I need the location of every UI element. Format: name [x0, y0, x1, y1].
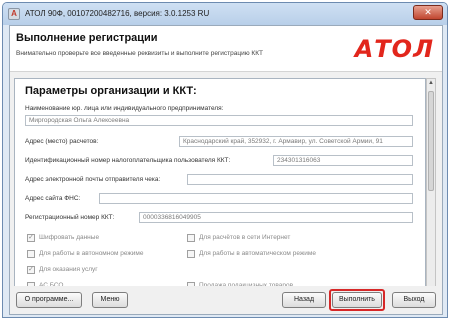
internet-checkbox[interactable]: [187, 234, 195, 242]
automatic-checkbox[interactable]: [187, 250, 195, 258]
close-button[interactable]: ✕: [413, 5, 443, 20]
email-field[interactable]: [187, 174, 413, 185]
atol-logo: АТОЛ: [354, 35, 434, 63]
registration-form-panel: Параметры организации и ККТ: Наименовани…: [14, 78, 426, 304]
services-checkbox-label: Для оказания услуг: [39, 266, 98, 273]
autonomous-checkbox[interactable]: [27, 250, 35, 258]
encrypt-checkbox-label: Шифровать данные: [39, 234, 100, 241]
inn-field[interactable]: 234301316063: [273, 155, 413, 166]
check-mark-icon: ✓: [28, 266, 34, 273]
scroll-thumb[interactable]: [428, 91, 434, 191]
inn-label: Идентификационный номер налогоплательщик…: [25, 157, 231, 164]
window-title: АТОЛ 90Ф, 00107200482716, версия: 3.0.12…: [25, 9, 210, 18]
encrypt-checkbox[interactable]: ✓: [27, 234, 35, 242]
reg-number-field[interactable]: 0000336816049905: [139, 212, 413, 223]
vertical-scrollbar[interactable]: ▲ ▼: [426, 78, 436, 304]
check-mark-icon: ✓: [28, 234, 34, 241]
autonomous-checkbox-label: Для работы в автономном режиме: [39, 250, 144, 257]
address-label: Адрес (место) расчетов:: [25, 138, 99, 145]
fns-site-field[interactable]: [99, 193, 413, 204]
services-checkbox[interactable]: ✓: [27, 266, 35, 274]
footer-button-bar: О программе... Меню Назад Выполнить Выхо…: [10, 286, 442, 314]
about-button[interactable]: О программе...: [16, 292, 82, 308]
org-name-label: Наименование юр. лица или индивидуальног…: [25, 105, 224, 112]
exit-button[interactable]: Выход: [392, 292, 436, 308]
fns-site-label: Адрес сайта ФНС:: [25, 195, 81, 202]
section-title: Параметры организации и ККТ:: [25, 85, 197, 97]
scroll-up-icon[interactable]: ▲: [427, 79, 435, 88]
reg-number-label: Регистрационный номер ККТ:: [25, 214, 115, 221]
app-icon: A: [8, 8, 20, 20]
address-field[interactable]: Краснодарский край, 352932, г. Армавир, …: [179, 136, 413, 147]
app-window: A АТОЛ 90Ф, 00107200482716, версия: 3.0.…: [2, 2, 448, 318]
back-button[interactable]: Назад: [282, 292, 326, 308]
page-title: Выполнение регистрации: [16, 32, 158, 44]
title-bar: A АТОЛ 90Ф, 00107200482716, версия: 3.0.…: [3, 3, 447, 25]
menu-button[interactable]: Меню: [92, 292, 128, 308]
org-name-field[interactable]: Миргородская Ольга Алексеевна: [25, 115, 413, 126]
dialog-client-area: Выполнение регистрации Внимательно прове…: [9, 25, 443, 315]
email-label: Адрес электронной почты отправителя чека…: [25, 176, 161, 183]
wizard-header: Выполнение регистрации Внимательно прове…: [10, 26, 442, 72]
execute-button[interactable]: Выполнить: [332, 292, 382, 308]
automatic-checkbox-label: Для работы в автоматическом режиме: [199, 250, 316, 257]
internet-checkbox-label: Для расчётов в сети Интернет: [199, 234, 291, 241]
page-subtitle: Внимательно проверьте все введенные рекв…: [16, 50, 263, 57]
